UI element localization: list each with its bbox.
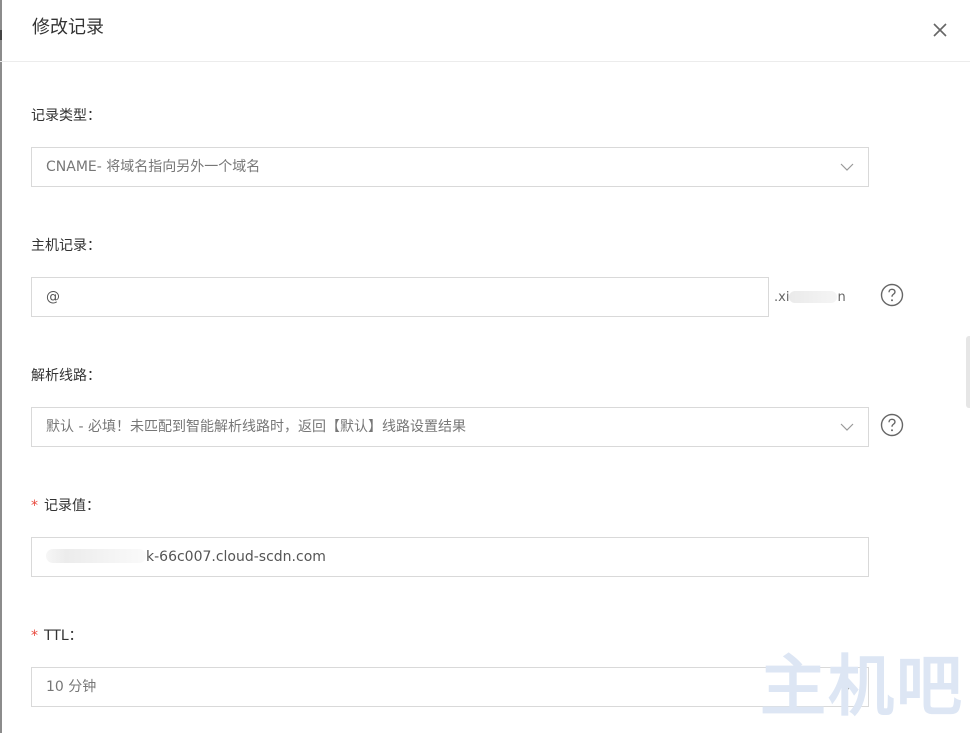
host-record-input[interactable]: @ bbox=[31, 277, 769, 317]
record-value-label: * 记录值： bbox=[31, 497, 100, 515]
ttl-label-text: TTL： bbox=[44, 628, 83, 644]
domain-suffix-tail: n bbox=[837, 290, 846, 305]
record-type-value: CNAME- 将域名指向另外一个域名 bbox=[46, 159, 261, 175]
host-record-label: 主机记录： bbox=[31, 238, 101, 254]
host-record-value: @ bbox=[46, 289, 60, 305]
redacted-text bbox=[46, 549, 146, 563]
resolution-line-label: 解析线路： bbox=[31, 368, 101, 384]
record-value-suffix: k-66c007.cloud-scdn.com bbox=[146, 549, 326, 565]
chevron-down-icon bbox=[840, 163, 854, 171]
required-mark: * bbox=[31, 628, 38, 644]
resolution-line-select[interactable]: 默认 - 必填！未匹配到智能解析线路时，返回【默认】线路设置结果 bbox=[31, 407, 869, 447]
ttl-value: 10 分钟 bbox=[46, 679, 97, 695]
window-left-edge bbox=[0, 0, 2, 733]
help-icon[interactable] bbox=[880, 413, 904, 437]
record-value-label-text: 记录值： bbox=[44, 498, 100, 514]
close-icon[interactable] bbox=[928, 18, 952, 42]
redacted-domain bbox=[789, 291, 838, 303]
domain-suffix-prefix: .xi bbox=[774, 290, 790, 305]
resolution-line-value: 默认 - 必填！未匹配到智能解析线路时，返回【默认】线路设置结果 bbox=[46, 419, 466, 435]
domain-suffix: .xi n bbox=[774, 289, 846, 307]
record-type-select[interactable]: CNAME- 将域名指向另外一个域名 bbox=[31, 147, 869, 187]
ttl-select[interactable]: 10 分钟 bbox=[31, 667, 869, 707]
record-type-label: 记录类型： bbox=[31, 108, 101, 124]
record-value-input[interactable]: k-66c007.cloud-scdn.com bbox=[31, 537, 869, 577]
record-value-text: k-66c007.cloud-scdn.com bbox=[46, 548, 326, 566]
ttl-label: * TTL： bbox=[31, 627, 83, 645]
required-mark: * bbox=[31, 498, 38, 514]
help-icon[interactable] bbox=[880, 283, 904, 307]
dialog-title: 修改记录 bbox=[32, 17, 104, 38]
scroll-handle[interactable] bbox=[966, 336, 970, 408]
dialog-header: 修改记录 bbox=[0, 0, 970, 62]
watermark-logo: 主机吧 bbox=[760, 647, 964, 725]
chevron-down-icon bbox=[840, 423, 854, 431]
